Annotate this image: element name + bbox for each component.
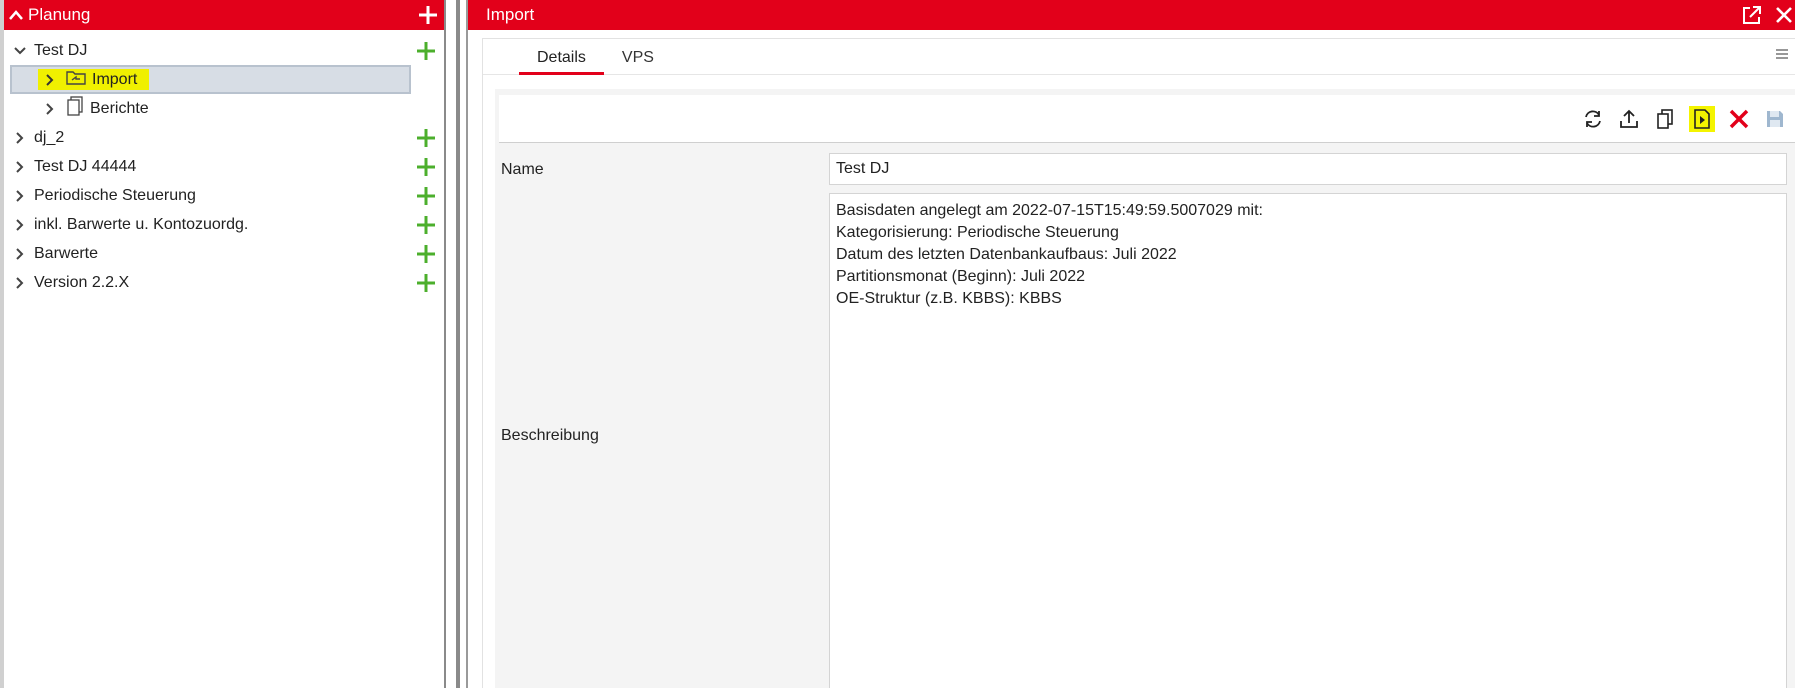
delete-icon[interactable] (1727, 107, 1751, 131)
tab-bar: Details VPS (483, 39, 1795, 75)
chevron-down-icon[interactable] (10, 41, 30, 61)
add-icon[interactable] (416, 128, 436, 148)
tree-item-barwerte[interactable]: Barwerte (4, 239, 444, 268)
planning-header: Planung (4, 0, 444, 30)
add-icon[interactable] (416, 273, 436, 293)
name-label: Name (501, 161, 544, 178)
chevron-right-icon[interactable] (10, 215, 30, 235)
tree-item-label: Test DJ 44444 (34, 157, 137, 175)
refresh-icon[interactable] (1581, 107, 1605, 131)
description-line: OE-Struktur (z.B. KBBS): KBBS (836, 290, 1062, 307)
add-planning-button[interactable] (418, 5, 438, 25)
chevron-right-icon[interactable] (10, 244, 30, 264)
tree-item-import[interactable]: Import (10, 65, 411, 94)
copy-icon[interactable] (1653, 107, 1677, 131)
description-line: Basisdaten angelegt am 2022-07-15T15:49:… (836, 202, 1263, 219)
chevron-right-icon[interactable] (10, 157, 30, 177)
chevron-right-icon[interactable] (10, 186, 30, 206)
toolbar (499, 95, 1795, 143)
description-field[interactable]: Basisdaten angelegt am 2022-07-15T15:49:… (829, 193, 1787, 688)
import-folder-icon (66, 69, 86, 90)
tree-item-berichte[interactable]: Berichte (4, 94, 444, 123)
form-area: Name Test DJ Beschreibung Basisdaten ang… (495, 89, 1795, 688)
close-icon[interactable] (1775, 6, 1793, 24)
chevron-right-icon[interactable] (40, 99, 60, 119)
report-icon (66, 96, 84, 121)
description-line: Datum des letzten Datenbankaufbaus: Juli… (836, 246, 1177, 263)
tree-item-label: Import (92, 70, 138, 88)
add-icon[interactable] (416, 186, 436, 206)
description-line: Partitionsmonat (Beginn): Juli 2022 (836, 268, 1086, 285)
tree-item-version-2-2-x[interactable]: Version 2.2.X (4, 268, 444, 297)
planning-title: Planung (28, 5, 91, 24)
tree-item-label: Test DJ (34, 41, 88, 59)
tree-item-label: Barwerte (34, 244, 99, 262)
chevron-right-icon[interactable] (40, 70, 60, 90)
add-icon[interactable] (416, 41, 436, 61)
add-icon[interactable] (416, 215, 436, 235)
tree-item-label: inkl. Barwerte u. Kontozuordg. (34, 215, 249, 233)
name-field[interactable]: Test DJ (829, 153, 1787, 185)
upload-icon[interactable] (1617, 107, 1641, 131)
import-panel: Import Details VPS Name Test DJ Beschrei… (466, 0, 1795, 688)
chevron-right-icon[interactable] (10, 273, 30, 293)
tree-item-dj-2[interactable]: dj_2 (4, 123, 444, 152)
import-highlight: Import (38, 69, 150, 90)
tree-item-inkl-barwerte[interactable]: inkl. Barwerte u. Kontozuordg. (4, 210, 444, 239)
tree-item-label: Periodische Steuerung (34, 186, 196, 204)
import-title: Import (486, 5, 535, 24)
open-external-icon[interactable] (1741, 4, 1763, 26)
tree-item-periodische-steuerung[interactable]: Periodische Steuerung (4, 181, 444, 210)
add-icon[interactable] (416, 244, 436, 264)
panel-splitter[interactable] (446, 0, 460, 688)
import-header: Import (468, 0, 1795, 30)
run-icon[interactable] (1689, 105, 1715, 132)
menu-icon[interactable] (1775, 47, 1789, 65)
add-icon[interactable] (416, 157, 436, 177)
tree-item-test-dj-44444[interactable]: Test DJ 44444 (4, 152, 444, 181)
description-line: Kategorisierung: Periodische Steuerung (836, 224, 1119, 241)
detail-container: Details VPS Name Test DJ Beschreibung Ba… (482, 38, 1795, 688)
tab-details[interactable]: Details (519, 49, 604, 75)
planning-tree: Test DJ Import Berichte dj_2 Test DJ 444… (4, 30, 444, 297)
planning-panel: Planung Test DJ Import Berichte dj_2 Tes… (0, 0, 446, 688)
description-label: Beschreibung (501, 427, 599, 444)
tab-vps[interactable]: VPS (604, 49, 672, 74)
chevron-right-icon[interactable] (10, 128, 30, 148)
save-icon[interactable] (1763, 107, 1787, 131)
chevron-up-icon[interactable] (8, 8, 24, 22)
tree-item-label: dj_2 (34, 128, 65, 146)
tree-item-test-dj[interactable]: Test DJ (4, 36, 444, 65)
tree-item-label: Version 2.2.X (34, 273, 130, 291)
tree-item-label: Berichte (90, 99, 149, 117)
